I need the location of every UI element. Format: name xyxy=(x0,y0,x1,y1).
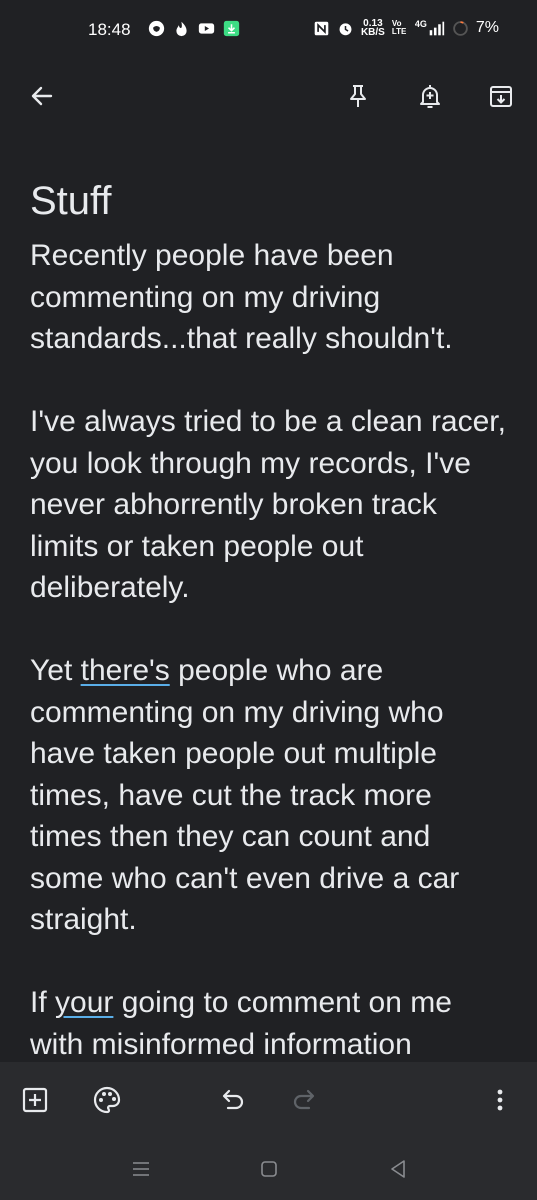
download-icon xyxy=(223,20,240,37)
youtube-icon xyxy=(198,23,215,34)
undo-icon xyxy=(222,1089,244,1110)
add-button[interactable] xyxy=(17,1082,53,1118)
nfc-icon xyxy=(314,21,329,35)
recents-icon xyxy=(133,1162,149,1176)
arrow-left-icon xyxy=(31,86,53,106)
text-run: If xyxy=(30,986,56,1019)
note-paragraph: If your going to comment on me with misi… xyxy=(30,982,510,1060)
note-body[interactable]: Recently people have been commenting on … xyxy=(30,235,510,1060)
more-vert-icon xyxy=(497,1089,503,1111)
note-paragraph: I've always tried to be a clean racer, y… xyxy=(30,405,506,604)
note-title[interactable]: Stuff xyxy=(30,172,510,230)
editor-bottom-bar xyxy=(0,1062,537,1138)
reminder-button[interactable] xyxy=(412,78,448,114)
text-run: people who are commenting on my driving … xyxy=(30,654,460,936)
archive-button[interactable] xyxy=(483,78,519,114)
bell-plus-icon xyxy=(420,85,440,108)
note-toolbar xyxy=(0,64,537,128)
status-bar: 18:48 0.13 KB/S Vo LTE 4G 7% xyxy=(0,0,537,64)
back-button[interactable] xyxy=(24,78,60,114)
network-type: 4G xyxy=(414,19,427,29)
background-color-button[interactable] xyxy=(89,1082,125,1118)
notification-icons xyxy=(148,20,240,37)
spellcheck-word[interactable]: there's xyxy=(81,654,170,687)
add-box-icon xyxy=(22,1087,48,1113)
note-paragraph: Recently people have been commenting on … xyxy=(30,239,453,355)
status-time: 18:48 xyxy=(88,20,131,39)
more-options-button[interactable] xyxy=(482,1082,518,1118)
pin-button[interactable] xyxy=(340,78,376,114)
battery-icon xyxy=(453,20,468,36)
battery-percent: 7% xyxy=(475,19,499,36)
home-icon xyxy=(261,1161,277,1177)
alarm-icon xyxy=(339,22,352,35)
system-status-icons: 0.13 KB/S Vo LTE 4G 7% xyxy=(313,19,499,38)
redo-icon xyxy=(293,1089,315,1110)
redo-button[interactable] xyxy=(286,1082,322,1118)
tinder-icon xyxy=(176,21,187,37)
system-nav-bar xyxy=(0,1138,537,1200)
snapchat-icon xyxy=(148,20,165,37)
recents-button[interactable] xyxy=(126,1154,156,1184)
back-icon xyxy=(391,1160,405,1178)
archive-icon xyxy=(490,86,512,107)
home-button[interactable] xyxy=(254,1154,284,1184)
note-paragraph: Yet there's people who are commenting on… xyxy=(30,650,510,941)
note-editor[interactable]: Stuff Recently people have been commenti… xyxy=(30,172,510,1060)
network-speed: 0.13 KB/S xyxy=(360,19,385,38)
pin-icon xyxy=(350,85,366,107)
undo-button[interactable] xyxy=(215,1082,251,1118)
nav-back-button[interactable] xyxy=(383,1154,413,1184)
speed-unit: KB/S xyxy=(360,27,385,38)
palette-icon xyxy=(93,1086,121,1114)
volte-icon: Vo LTE xyxy=(391,19,407,36)
signal-icon xyxy=(429,21,445,35)
spellcheck-word[interactable]: your xyxy=(55,986,113,1019)
text-run: Yet xyxy=(30,654,81,687)
